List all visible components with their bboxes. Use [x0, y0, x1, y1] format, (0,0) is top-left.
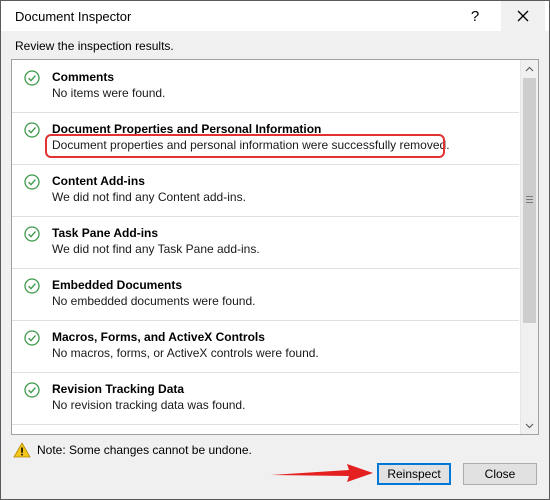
result-item-revision-tracking: Revision Tracking Data No revision track… [12, 372, 519, 425]
result-title: Macros, Forms, and ActiveX Controls [52, 330, 265, 344]
chevron-down-icon [525, 423, 534, 428]
result-item-task-pane-add-ins: Task Pane Add-ins We did not find any Ta… [12, 216, 519, 269]
result-description: No macros, forms, or ActiveX controls we… [52, 346, 319, 360]
instruction-text: Review the inspection results. [15, 39, 174, 53]
scroll-grip-icon [526, 196, 533, 204]
result-description: No embedded documents were found. [52, 294, 256, 308]
result-description: We did not find any Task Pane add-ins. [52, 242, 260, 256]
result-title: Task Pane Add-ins [52, 226, 159, 240]
title-bar: Document Inspector ? [1, 1, 549, 31]
results-list: Comments No items were found. Document P… [11, 59, 539, 435]
check-circle-icon [24, 382, 40, 398]
results-scrollbar[interactable] [520, 60, 538, 434]
close-button[interactable]: Close [463, 463, 537, 485]
scroll-thumb[interactable] [523, 78, 536, 323]
result-title: Comments [52, 70, 115, 84]
result-description: No items were found. [52, 86, 166, 100]
help-icon: ? [470, 7, 480, 25]
reinspect-button[interactable]: Reinspect [377, 463, 451, 485]
close-button-label: Close [484, 467, 516, 481]
close-window-button[interactable] [501, 1, 545, 31]
result-title: Content Add-ins [52, 174, 145, 188]
check-circle-icon [24, 70, 40, 86]
result-item-content-add-ins: Content Add-ins We did not find any Cont… [12, 164, 519, 217]
result-description: We did not find any Content add-ins. [52, 190, 246, 204]
result-item-document-properties: Document Properties and Personal Informa… [12, 112, 519, 165]
scroll-up-arrow[interactable] [521, 60, 538, 77]
scroll-down-arrow[interactable] [521, 417, 538, 434]
result-title: Embedded Documents [52, 278, 183, 292]
result-item-macros-forms-activex: Macros, Forms, and ActiveX Controls No m… [12, 320, 519, 373]
check-circle-icon [24, 226, 40, 242]
footer-note-text: Note: Some changes cannot be undone. [37, 443, 252, 457]
result-title: Revision Tracking Data [52, 382, 185, 396]
chevron-up-icon [525, 66, 534, 71]
check-circle-icon [24, 330, 40, 346]
help-button[interactable]: ? [453, 1, 497, 31]
check-circle-icon [24, 174, 40, 190]
result-item-embedded-documents: Embedded Documents No embedded documents… [12, 268, 519, 321]
footer-note: Note: Some changes cannot be undone. [13, 442, 252, 458]
warning-icon [13, 442, 31, 458]
result-item-partial [12, 424, 519, 434]
dialog-title: Document Inspector [15, 9, 132, 24]
close-icon [517, 10, 529, 22]
document-inspector-dialog: Document Inspector ? Review the inspecti… [0, 0, 550, 500]
reinspect-button-label: Reinspect [387, 467, 441, 481]
check-circle-icon [24, 122, 40, 138]
check-circle-icon [24, 278, 40, 294]
result-description: No revision tracking data was found. [52, 398, 246, 412]
result-title: Document Properties and Personal Informa… [52, 122, 322, 136]
pointer-arrow-icon [271, 464, 373, 482]
result-item-comments: Comments No items were found. [12, 60, 519, 113]
result-description: Document properties and personal informa… [52, 138, 450, 152]
